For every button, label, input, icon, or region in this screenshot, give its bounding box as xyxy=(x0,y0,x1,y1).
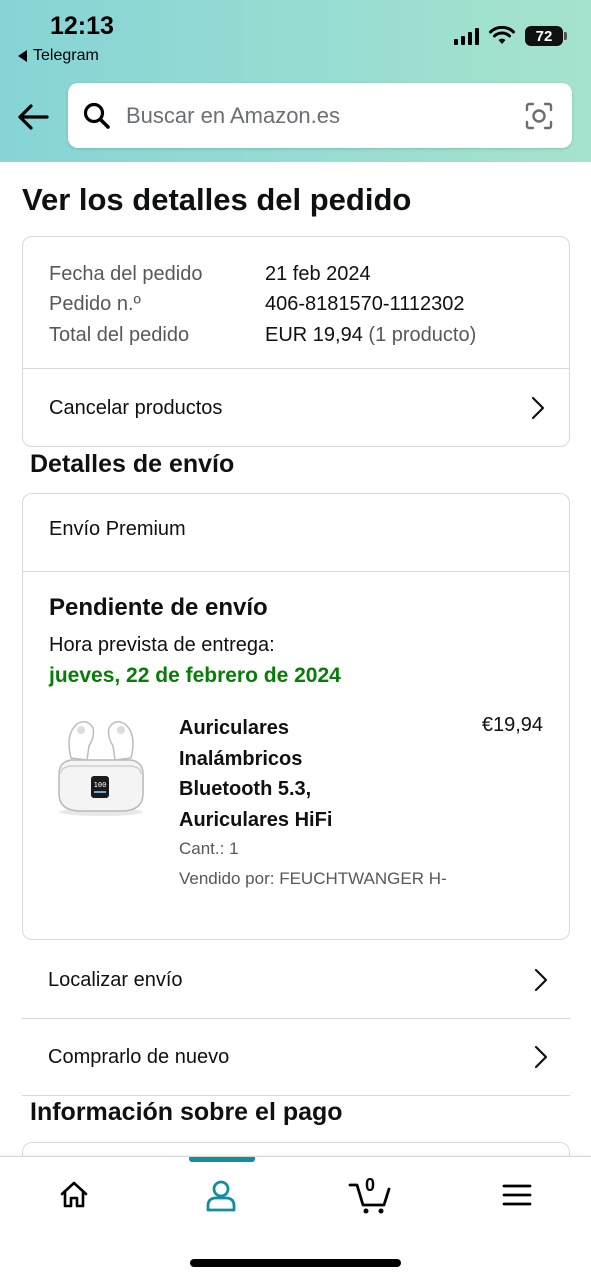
active-tab-indicator xyxy=(189,1157,255,1162)
battery-icon: 72 xyxy=(525,26,567,46)
product-seller: Vendido por: FEUCHTWANGER H- xyxy=(179,869,447,888)
product-title-line: Inalámbricos xyxy=(179,747,303,770)
order-date-value: 21 feb 2024 xyxy=(265,262,371,285)
nav-account[interactable] xyxy=(201,1175,241,1215)
product-title-link[interactable]: Auriculares Inalámbricos Bluetooth 5.3, … xyxy=(179,713,379,835)
product-image[interactable]: 100 xyxy=(53,712,149,822)
nav-home[interactable] xyxy=(54,1175,94,1215)
status-time: 12:13 xyxy=(50,12,114,40)
order-date-row: Fecha del pedido 21 feb 2024 xyxy=(49,259,569,290)
svg-text:100: 100 xyxy=(94,781,107,789)
order-total-count: (1 producto) xyxy=(368,323,477,346)
page-title: Ver los detalles del pedido xyxy=(22,182,412,217)
order-number-label: Pedido n.º xyxy=(49,293,141,316)
order-total-value: EUR 19,94 (1 producto) xyxy=(265,324,476,347)
track-shipment-label: Localizar envío xyxy=(48,968,183,991)
shipment-status: Pendiente de envío xyxy=(49,594,268,621)
search-input[interactable]: Buscar en Amazon.es xyxy=(126,103,524,129)
payment-section-title: Información sobre el pago xyxy=(30,1098,343,1126)
order-summary-card: Fecha del pedido 21 feb 2024 Pedido n.º … xyxy=(22,236,570,447)
divider xyxy=(23,571,569,572)
shipping-section-title: Detalles de envío xyxy=(30,450,235,478)
wifi-icon xyxy=(489,26,515,44)
back-app-label: Telegram xyxy=(33,47,99,64)
cart-count-badge: 0 xyxy=(364,1175,375,1195)
back-to-app-link[interactable]: Telegram xyxy=(18,47,99,65)
back-triangle-icon xyxy=(18,50,27,62)
order-number-value: 406-8181570-1112302 xyxy=(265,293,465,316)
home-icon xyxy=(60,1181,88,1208)
nav-menu[interactable] xyxy=(497,1175,537,1215)
product-title-line: Bluetooth 5.3, xyxy=(179,778,312,800)
app-header: 12:13 Telegram 72 Buscar en Amazon.es xyxy=(0,0,591,162)
order-total-row: Total del pedido EUR 19,94 (1 producto) xyxy=(49,320,569,351)
signal-icon xyxy=(454,27,479,45)
chevron-right-icon xyxy=(531,396,545,420)
camera-search-icon[interactable] xyxy=(524,101,554,131)
account-icon xyxy=(206,1180,236,1212)
order-total-amount: EUR 19,94 xyxy=(265,323,363,346)
search-icon xyxy=(83,102,110,129)
status-indicators: 72 xyxy=(454,26,567,46)
order-date-label: Fecha del pedido xyxy=(49,262,203,285)
back-arrow-icon[interactable] xyxy=(16,100,50,134)
chevron-right-icon xyxy=(534,1045,548,1069)
delivery-eta-date: jueves, 22 de febrero de 2024 xyxy=(49,664,341,687)
track-shipment-link[interactable]: Localizar envío xyxy=(22,942,570,1018)
buy-again-label: Comprarlo de nuevo xyxy=(48,1045,230,1068)
menu-icon xyxy=(502,1184,532,1206)
shipping-type: Envío Premium xyxy=(49,518,186,540)
buy-again-link[interactable]: Comprarlo de nuevo xyxy=(22,1019,570,1095)
search-bar[interactable]: Buscar en Amazon.es xyxy=(68,83,572,148)
order-total-label: Total del pedido xyxy=(49,323,190,346)
nav-cart[interactable]: 0 xyxy=(348,1175,394,1215)
chevron-right-icon xyxy=(534,968,548,992)
order-number-row: Pedido n.º 406-8181570-1112302 xyxy=(49,290,569,321)
product-quantity: Cant.: 1 xyxy=(179,839,239,858)
home-indicator xyxy=(190,1259,401,1267)
cancel-products-link[interactable]: Cancelar productos xyxy=(23,369,569,447)
shipment-card: Envío Premium Pendiente de envío Hora pr… xyxy=(22,493,570,940)
divider xyxy=(22,1095,570,1096)
delivery-eta-label: Hora prevista de entrega: xyxy=(49,634,275,656)
product-title-line: Auriculares HiFi xyxy=(179,808,333,831)
cancel-products-label: Cancelar productos xyxy=(49,396,223,419)
product-price: €19,94 xyxy=(481,714,543,736)
product-title-line: Auriculares xyxy=(179,717,290,739)
